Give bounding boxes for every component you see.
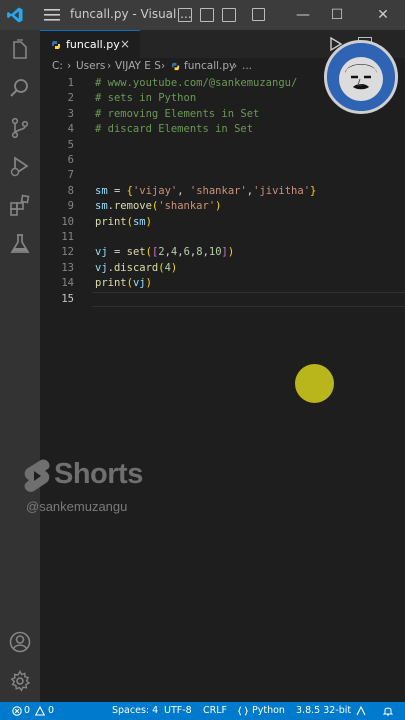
activity-bar <box>0 30 40 702</box>
code-line[interactable]: 9 sm.remove('shankar') <box>40 199 405 214</box>
title-bar: funcall.py - Visual ... — ☐ ✕ <box>0 0 405 30</box>
tab-close-button[interactable]: × <box>120 37 130 51</box>
breadcrumb-sep: › <box>233 60 238 72</box>
line-number: 6 <box>67 154 74 166</box>
indentation-status[interactable]: Spaces: 4 <box>112 705 158 716</box>
code-line[interactable]: 14 print(vj) <box>40 276 405 291</box>
testing-icon[interactable] <box>8 232 32 256</box>
error-count[interactable]: 0 <box>24 705 30 716</box>
code-text: print(sm) <box>95 215 152 228</box>
live-share-icon[interactable] <box>356 706 366 716</box>
settings-gear-icon[interactable] <box>8 669 32 693</box>
breadcrumb-sep: › <box>161 60 166 72</box>
breadcrumb-drive[interactable]: C: <box>52 60 63 72</box>
code-line[interactable]: 6 <box>40 153 405 168</box>
line-number: 5 <box>67 138 74 151</box>
files-icon[interactable] <box>8 38 32 62</box>
extensions-icon[interactable] <box>8 193 32 217</box>
toggle-panel-icon[interactable] <box>200 8 214 22</box>
shorts-logo-icon <box>24 459 50 492</box>
code-line[interactable]: 12 vj = set([2,4,6,8,10]) <box>40 245 405 260</box>
language-mode[interactable]: Python <box>252 705 285 716</box>
warning-icon[interactable] <box>35 706 45 716</box>
tab-label: funcall.py <box>66 38 120 51</box>
code-text: # sets in Python <box>95 92 197 105</box>
account-icon[interactable] <box>8 630 32 654</box>
portrait-icon <box>327 43 395 111</box>
line-number: 3 <box>67 107 74 120</box>
braces-icon[interactable] <box>238 706 248 716</box>
breadcrumb-sep: › <box>107 60 112 72</box>
window-title: funcall.py - Visual ... <box>70 7 192 21</box>
code-line[interactable]: 11 <box>40 230 405 245</box>
warning-count[interactable]: 0 <box>48 705 54 716</box>
code-text: sm = {'vijay', 'shankar','jivitha'} <box>95 184 317 197</box>
breadcrumb-file[interactable]: funcall.py <box>184 60 235 72</box>
line-number: 12 <box>61 246 74 259</box>
code-text: vj.discard(4) <box>95 261 178 274</box>
breadcrumb-symbol[interactable]: ... <box>242 60 252 72</box>
breadcrumb-users[interactable]: Users <box>76 60 105 72</box>
code-text: sm.remove('shankar') <box>95 200 222 213</box>
run-debug-icon[interactable] <box>8 154 32 178</box>
code-line[interactable]: 13 vj.discard(4) <box>40 261 405 276</box>
search-icon[interactable] <box>8 76 32 100</box>
code-text: # www.youtube.com/@sankemuzangu/ <box>95 77 298 89</box>
close-window-button[interactable]: ✕ <box>372 4 394 26</box>
channel-avatar <box>324 40 398 114</box>
tab-funcall[interactable]: funcall.py × <box>40 30 140 58</box>
line-number: 11 <box>61 231 74 243</box>
line-number: 2 <box>67 92 74 105</box>
source-control-icon[interactable] <box>8 116 32 140</box>
breadcrumb-sep: › <box>67 60 72 72</box>
encoding-status[interactable]: UTF-8 <box>164 705 192 716</box>
code-text: # discard Elements in Set <box>95 123 254 136</box>
minimize-button[interactable]: — <box>292 4 314 26</box>
code-line[interactable]: 7 <box>40 168 405 183</box>
vscode-logo-icon <box>7 7 23 23</box>
code-text: print(vj) <box>95 277 152 290</box>
error-icon[interactable] <box>12 706 22 716</box>
python-interpreter[interactable]: 3.8.5 32-bit <box>296 705 351 716</box>
channel-handle: @sankemuzangu <box>26 499 128 514</box>
line-number: 14 <box>61 277 74 290</box>
line-number: 8 <box>67 184 74 197</box>
code-text: vj = set([2,4,6,8,10]) <box>95 246 235 259</box>
breadcrumb-user-folder[interactable]: VIJAY E S <box>115 60 161 72</box>
line-number: 15 <box>61 292 74 305</box>
maximize-button[interactable]: ☐ <box>326 4 348 26</box>
line-number: 10 <box>61 215 74 228</box>
line-number: 13 <box>61 261 74 274</box>
line-number: 9 <box>67 200 74 213</box>
customize-layout-icon[interactable] <box>252 8 265 21</box>
line-number: 4 <box>67 123 74 136</box>
eol-status[interactable]: CRLF <box>203 705 227 716</box>
toggle-sidebar-icon[interactable] <box>178 8 192 22</box>
code-line[interactable]: 8 sm = {'vijay', 'shankar','jivitha'} <box>40 184 405 199</box>
code-line[interactable]: 4 # discard Elements in Set <box>40 122 405 137</box>
notifications-bell-icon[interactable] <box>382 705 394 717</box>
python-file-icon <box>52 41 60 49</box>
code-line[interactable]: 15 <box>40 292 405 307</box>
code-editor[interactable]: 1 # www.youtube.com/@sankemuzangu/2 # sets… <box>40 76 405 702</box>
line-number: 7 <box>67 169 74 182</box>
menu-icon[interactable] <box>44 8 60 22</box>
python-file-icon <box>171 62 180 71</box>
toggle-secondary-sidebar-icon[interactable] <box>222 8 236 22</box>
status-bar: 0 0 Spaces: 4 UTF-8 CRLF Python 3.8.5 32… <box>0 702 405 720</box>
code-line[interactable]: 10 print(sm) <box>40 215 405 230</box>
shorts-wordmark: Shorts <box>54 458 143 490</box>
line-number: 1 <box>67 77 74 89</box>
mouse-pointer-highlight <box>295 364 334 403</box>
code-line[interactable]: 5 <box>40 138 405 153</box>
code-text: # removing Elements in Set <box>95 107 260 120</box>
